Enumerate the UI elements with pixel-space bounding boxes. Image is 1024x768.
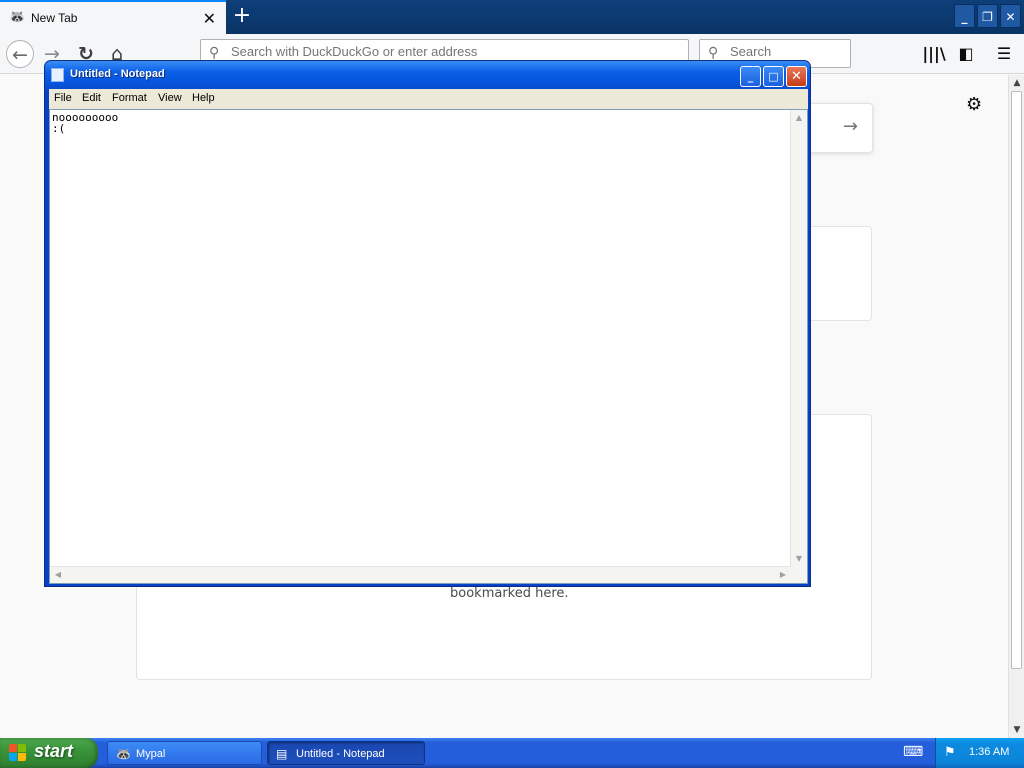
library-icon[interactable]: |||\ bbox=[920, 40, 948, 68]
search-input[interactable] bbox=[730, 44, 840, 59]
browser-restore-button[interactable]: ❐ bbox=[977, 4, 998, 28]
scroll-right-arrow-icon[interactable]: ▶ bbox=[775, 567, 791, 583]
tab-new-tab[interactable]: 🦝 New Tab ✕ bbox=[0, 0, 226, 34]
page-vertical-scrollbar[interactable]: ▲ ▼ bbox=[1008, 75, 1024, 738]
taskbar-item-label: Untitled - Notepad bbox=[296, 748, 385, 760]
menu-format[interactable]: Format bbox=[112, 92, 147, 104]
notepad-icon bbox=[51, 68, 64, 82]
close-tab-icon[interactable]: ✕ bbox=[203, 9, 216, 28]
window-title: Untitled - Notepad bbox=[70, 68, 165, 80]
gear-icon[interactable]: ⚙ bbox=[966, 94, 982, 115]
resize-grip-icon[interactable] bbox=[790, 566, 807, 583]
search-go-arrow-icon[interactable]: → bbox=[843, 116, 858, 137]
notepad-title-bar[interactable]: Untitled - Notepad _ □ ✕ bbox=[45, 61, 810, 89]
new-tab-button[interactable]: + bbox=[229, 2, 255, 30]
taskbar-item-label: Mypal bbox=[136, 748, 166, 760]
notepad-vertical-scrollbar[interactable]: ▲ ▼ bbox=[790, 110, 807, 567]
scroll-up-arrow-icon[interactable]: ▲ bbox=[1009, 75, 1024, 91]
close-button[interactable]: ✕ bbox=[786, 66, 807, 87]
taskbar-item-notepad[interactable]: ▤ Untitled - Notepad bbox=[267, 741, 425, 765]
browser-minimize-button[interactable]: _ bbox=[954, 4, 975, 28]
keyboard-icon[interactable]: ⌨ bbox=[903, 744, 923, 760]
browser-tab-bar: 🦝 New Tab ✕ + _ ❐ ✕ bbox=[0, 0, 1024, 34]
scroll-down-arrow-icon[interactable]: ▼ bbox=[1009, 722, 1024, 738]
menu-help[interactable]: Help bbox=[192, 92, 215, 104]
scroll-down-arrow-icon[interactable]: ▼ bbox=[791, 551, 807, 567]
search-icon: ⚲ bbox=[209, 45, 220, 61]
back-arrow-icon[interactable]: ← bbox=[6, 40, 34, 68]
url-input[interactable] bbox=[231, 44, 671, 59]
notepad-icon: ▤ bbox=[276, 747, 288, 761]
clock[interactable]: 1:36 AM bbox=[969, 746, 1009, 758]
notepad-text-content[interactable]: nooooooooo :( bbox=[52, 112, 788, 564]
system-tray: ⚑ 1:36 AM bbox=[935, 738, 1024, 768]
start-button[interactable]: start bbox=[0, 738, 98, 768]
taskbar-item-mypal[interactable]: 🦝 Mypal bbox=[107, 741, 262, 765]
notepad-horizontal-scrollbar[interactable]: ◀ ▶ bbox=[50, 566, 791, 583]
scroll-up-arrow-icon[interactable]: ▲ bbox=[791, 110, 807, 126]
highlights-empty-text: bookmarked here. bbox=[450, 586, 569, 601]
taskbar: start 🦝 Mypal ▤ Untitled - Notepad ⌨ ⚑ 1… bbox=[0, 738, 1024, 768]
windows-logo-icon bbox=[9, 744, 27, 762]
hamburger-menu-icon[interactable]: ☰ bbox=[990, 40, 1018, 68]
scroll-left-arrow-icon[interactable]: ◀ bbox=[50, 567, 66, 583]
notepad-menu-bar: File Edit Format View Help bbox=[49, 89, 808, 109]
scrollbar-thumb[interactable] bbox=[1011, 91, 1022, 669]
mypal-favicon-icon: 🦝 bbox=[9, 10, 26, 25]
notepad-window[interactable]: Untitled - Notepad _ □ ✕ File Edit Forma… bbox=[44, 60, 811, 587]
sidebar-icon[interactable]: ◧ bbox=[952, 40, 980, 68]
minimize-button[interactable]: _ bbox=[740, 66, 761, 87]
menu-file[interactable]: File bbox=[54, 92, 72, 104]
mypal-icon: 🦝 bbox=[116, 747, 131, 761]
tab-title: New Tab bbox=[31, 11, 78, 25]
menu-edit[interactable]: Edit bbox=[82, 92, 101, 104]
maximize-button[interactable]: □ bbox=[763, 66, 784, 87]
search-icon: ⚲ bbox=[708, 45, 719, 61]
browser-close-button[interactable]: ✕ bbox=[1000, 4, 1021, 28]
start-label: start bbox=[34, 741, 74, 761]
notepad-text-area[interactable]: nooooooooo :( ▲ ▼ ◀ ▶ bbox=[49, 109, 808, 584]
network-icon[interactable]: ⚑ bbox=[944, 745, 956, 760]
menu-view[interactable]: View bbox=[158, 92, 182, 104]
